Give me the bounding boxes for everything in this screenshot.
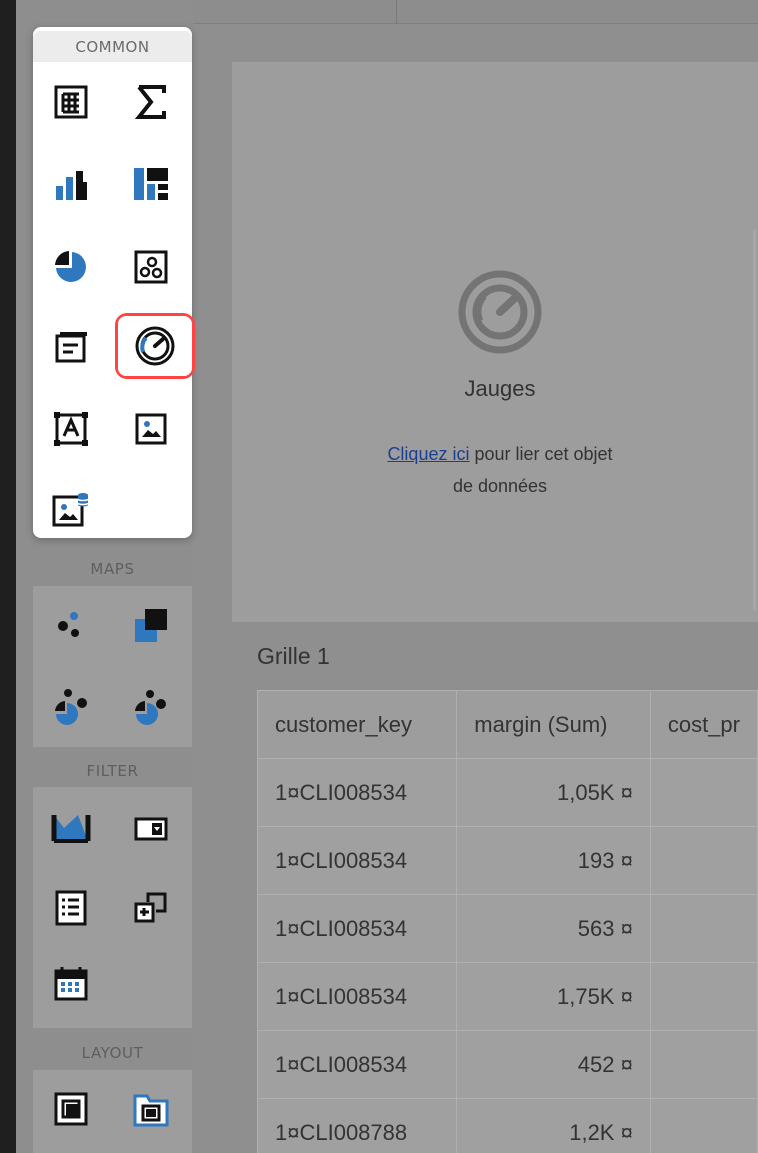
gauge-icon [133,324,177,368]
grid-header-row: customer_key margin (Sum) cost_pr [256,690,758,759]
gauge-placeholder-icon [455,267,545,357]
table-row[interactable]: 1¤CLI008534 1,05K ¤ [256,758,758,827]
data-grid: customer_key margin (Sum) cost_pr 1¤CLI0… [256,690,758,1153]
combo-box-icon[interactable] [129,807,173,851]
grid-cell [649,894,758,963]
left-strip [0,0,16,1153]
common-section-label: COMMON [75,37,150,56]
layout-section-header: LAYOUT [81,1044,144,1062]
bubble-map-icon[interactable] [129,685,173,729]
sigma-icon[interactable] [129,80,173,124]
table-row[interactable]: 1¤CLI008534 193 ¤ [256,826,758,895]
gauge-widget-title: Jauges [464,376,536,401]
grid-cell: 1¤CLI008534 [256,894,458,963]
grid-cell: 1¤CLI008534 [256,758,458,827]
table-row[interactable]: 1¤CLI008534 563 ¤ [256,894,758,963]
grid-cell: 193 ¤ [456,826,651,895]
list-box-icon[interactable] [49,886,93,930]
range-filter-icon[interactable] [49,807,93,851]
filter-section-header: FILTER [86,762,139,780]
common-section-header: COMMON [33,31,192,62]
grid-icon[interactable] [49,80,93,124]
image-icon[interactable] [129,407,173,451]
scatter-map-icon[interactable] [49,604,93,648]
bar-chart-icon[interactable] [49,163,93,207]
table-row[interactable]: 1¤CLI008788 1,2K ¤ [256,1098,758,1153]
treemap-icon[interactable] [129,163,173,207]
bubble-chart-icon[interactable] [129,245,173,289]
grid-cell [649,826,758,895]
date-filter-icon[interactable] [49,961,93,1005]
grid-cell: 1¤CLI008534 [256,826,458,895]
grid-cell: 563 ¤ [456,894,651,963]
top-strip [193,0,758,24]
pie-map-icon[interactable] [49,685,93,729]
grid-cell [649,758,758,827]
bind-data-message-line-2: de données [452,476,548,496]
grid-column-cost-price[interactable]: cost_pr [649,690,758,759]
grid-cell [649,1098,758,1153]
maps-section-header: MAPS [90,560,135,578]
adjacent-widget-edge [753,230,756,610]
grid-cell [649,962,758,1031]
card-icon[interactable] [49,325,93,369]
top-divider [396,0,397,24]
grid-cell: 1¤CLI008534 [256,1030,458,1099]
choropleth-map-icon[interactable] [129,604,173,648]
grid-cell: 1¤CLI008534 [256,962,458,1031]
grid-cell: 1,05K ¤ [456,758,651,827]
grid-cell [649,1030,758,1099]
bind-data-message-line-1: pour lier cet objet [469,444,613,464]
bind-data-link[interactable]: Cliquez ici [387,444,469,464]
grid-cell: 1¤CLI008788 [256,1098,458,1153]
grid-column-margin-sum[interactable]: margin (Sum) [456,690,651,759]
table-row[interactable]: 1¤CLI008534 452 ¤ [256,1030,758,1099]
group-icon[interactable] [49,1087,93,1131]
grid-column-customer-key[interactable]: customer_key [256,690,458,759]
table-row[interactable]: 1¤CLI008534 1,75K ¤ [256,962,758,1031]
tree-view-icon[interactable] [129,886,173,930]
grid-cell: 452 ¤ [456,1030,651,1099]
tab-container-icon[interactable] [129,1087,173,1131]
grid-cell: 1,75K ¤ [456,962,651,1031]
grid-title: Grille 1 [257,643,330,669]
gauge-tool-button[interactable] [115,313,195,379]
pie-chart-icon[interactable] [49,245,93,289]
text-box-icon[interactable] [49,407,93,451]
bind-data-message: Cliquez ici pour lier cet objet de donnée… [357,438,643,502]
grid-cell: 1,2K ¤ [456,1098,651,1153]
bound-image-icon[interactable] [49,486,93,530]
